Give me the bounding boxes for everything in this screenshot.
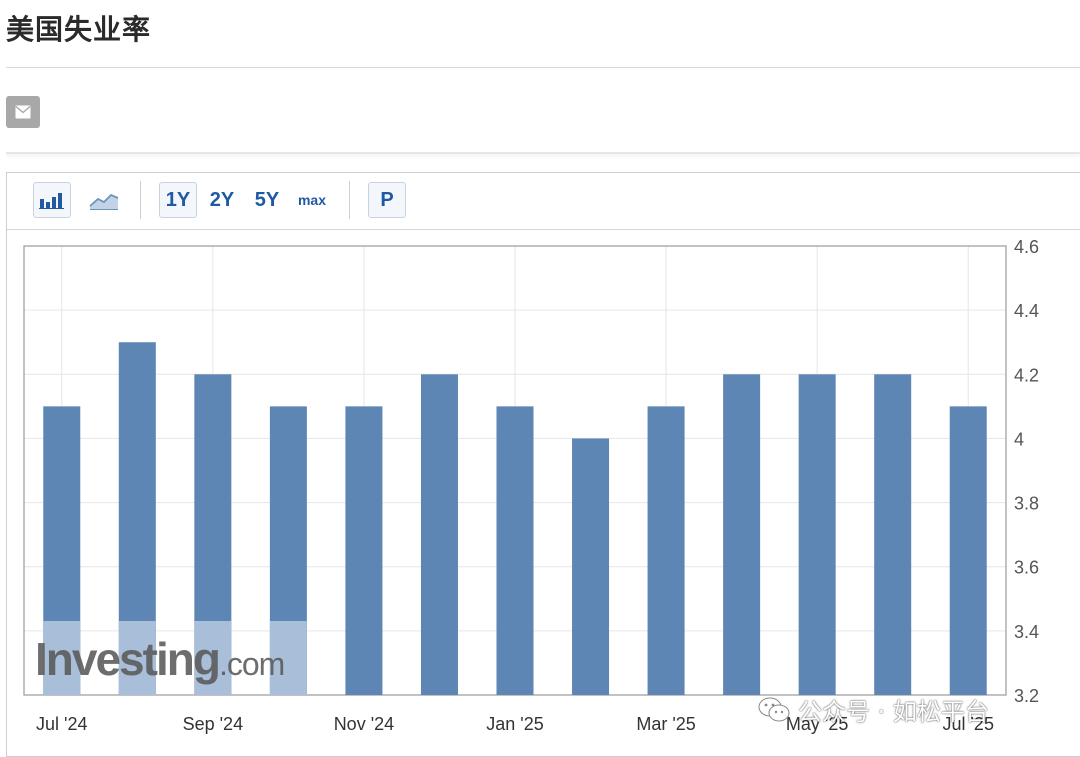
y-tick-label: 4.2 xyxy=(1014,365,1039,385)
wechat-icon xyxy=(758,697,790,721)
bar xyxy=(798,374,836,695)
watermark-suffix: .com xyxy=(218,646,285,682)
bar xyxy=(496,406,534,695)
bar xyxy=(647,406,685,695)
investing-watermark: Investing.com xyxy=(35,632,285,686)
x-tick-label: Mar '25 xyxy=(636,714,695,734)
y-tick-label: 4.6 xyxy=(1014,237,1039,257)
watermark-brand: Investing xyxy=(35,633,221,685)
bar xyxy=(420,374,458,695)
x-tick-label: Nov '24 xyxy=(334,714,394,734)
y-tick-label: 3.6 xyxy=(1014,558,1039,578)
x-tick-label: Jul '24 xyxy=(36,714,87,734)
y-tick-label: 3.4 xyxy=(1014,622,1039,642)
y-tick-label: 3.2 xyxy=(1014,686,1039,706)
x-tick-label: Sep '24 xyxy=(183,714,244,734)
wechat-overlay-text: 公众号 · 如松平台 xyxy=(798,698,989,726)
bar xyxy=(949,406,987,695)
wechat-overlay: 公众号 · 如松平台 xyxy=(758,692,989,727)
bar xyxy=(345,406,383,695)
x-tick-label: Jan '25 xyxy=(486,714,543,734)
bar xyxy=(572,438,610,695)
bar xyxy=(723,374,761,695)
bar xyxy=(874,374,912,695)
y-tick-label: 4 xyxy=(1014,429,1024,449)
y-tick-label: 3.8 xyxy=(1014,494,1039,514)
y-tick-label: 4.4 xyxy=(1014,301,1039,321)
